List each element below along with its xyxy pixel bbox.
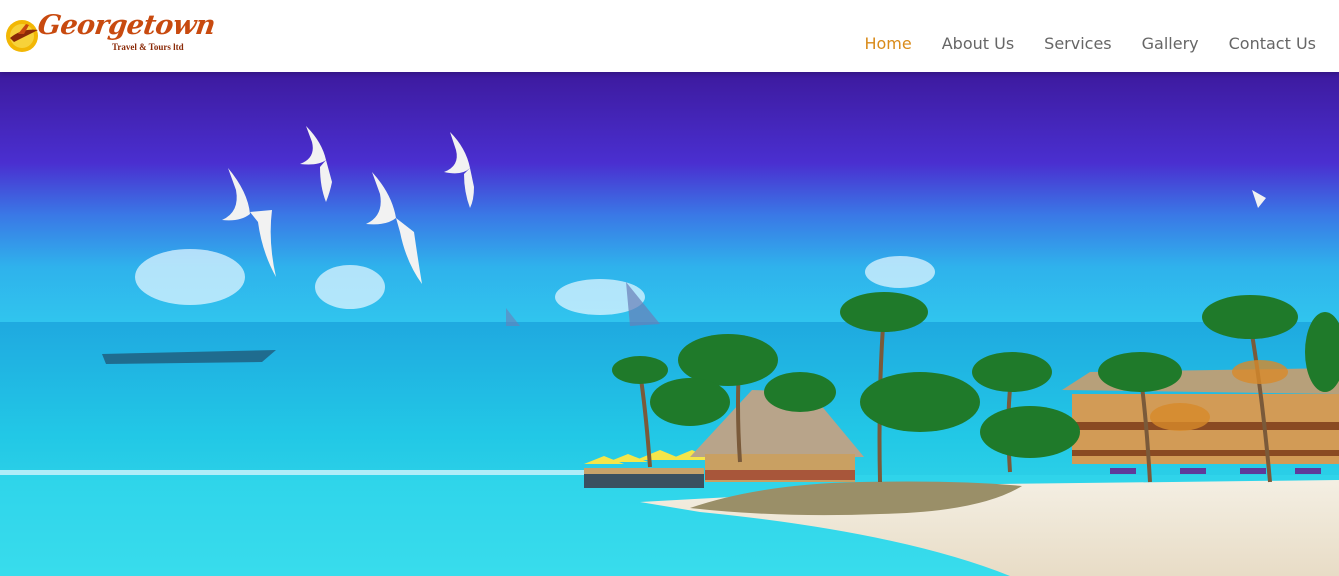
nav-services[interactable]: Services [1044,34,1111,53]
hero-banner [0,72,1339,576]
nav-home[interactable]: Home [864,34,911,53]
top-navbar: Georgetown Travel & Tours ltd Home About… [0,0,1339,72]
nav-about-us[interactable]: About Us [942,34,1014,53]
logo-tagline: Travel & Tours ltd [112,42,184,52]
main-nav: Home About Us Services Gallery Contact U… [864,33,1316,55]
nav-gallery[interactable]: Gallery [1142,34,1199,53]
site-logo[interactable]: Georgetown Travel & Tours ltd [4,10,217,62]
hero-beach-image [0,72,1339,576]
logo-wordmark: Georgetown [35,10,218,41]
nav-contact-us[interactable]: Contact Us [1229,34,1316,53]
